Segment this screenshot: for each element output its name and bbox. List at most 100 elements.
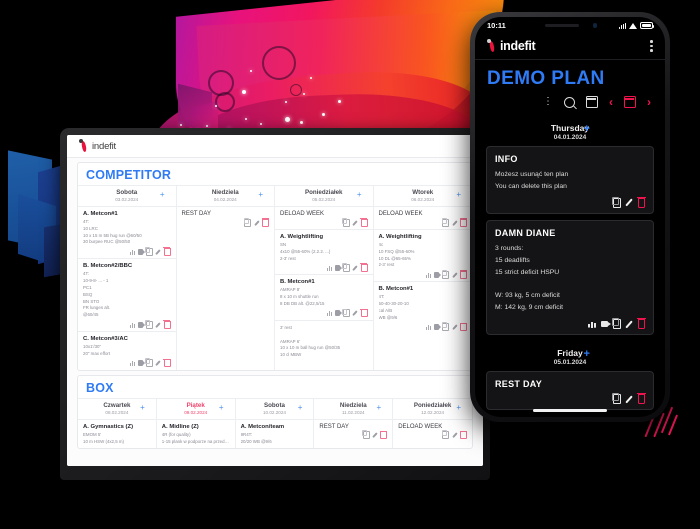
more-options-icon[interactable]: ⋮ — [543, 97, 553, 107]
delete-icon[interactable] — [379, 430, 388, 440]
video-icon[interactable] — [601, 321, 612, 328]
copy-icon[interactable] — [611, 196, 622, 208]
edit-icon[interactable] — [625, 198, 634, 207]
workout-card[interactable]: C. Metcon#3/AC 10x1'/30" 20" max effort — [78, 331, 176, 370]
add-workout-button[interactable]: + — [583, 349, 589, 360]
delete-icon[interactable] — [636, 393, 646, 404]
copy-icon[interactable] — [342, 308, 350, 318]
copy-icon[interactable] — [441, 270, 450, 279]
copy-icon[interactable] — [441, 217, 450, 227]
video-icon[interactable] — [334, 264, 342, 271]
copy-icon[interactable] — [145, 319, 153, 329]
delete-icon[interactable] — [163, 247, 171, 256]
edit-icon[interactable] — [155, 321, 161, 328]
edit-icon[interactable] — [155, 360, 161, 367]
copy-icon[interactable] — [611, 318, 622, 329]
workout-card[interactable]: A. Gymnastics (Z) EMOM 5' 10 m HSW (4x2,5 … — [78, 418, 156, 449]
video-icon[interactable] — [137, 248, 145, 255]
copy-icon[interactable] — [342, 217, 350, 227]
add-workout-button[interactable]: + — [140, 403, 145, 412]
chart-icon[interactable] — [426, 271, 432, 278]
workout-card[interactable]: A. Weightlifting SN 4x10 @55-60% (2.2.2. .… — [275, 229, 373, 274]
copy-icon[interactable] — [441, 430, 450, 440]
search-icon[interactable] — [564, 96, 575, 108]
chart-icon[interactable] — [129, 321, 135, 328]
kebab-menu-icon[interactable] — [650, 40, 653, 52]
edit-icon[interactable] — [452, 219, 458, 226]
workout-card[interactable]: 3' rest AMRAP 6' 10 x 10 m ball hug run @… — [275, 319, 373, 362]
copy-icon[interactable] — [441, 322, 450, 332]
edit-icon[interactable] — [372, 432, 378, 439]
chart-icon[interactable] — [426, 324, 432, 331]
add-workout-button[interactable]: + — [456, 191, 461, 199]
edit-icon[interactable] — [352, 310, 358, 317]
workout-card[interactable]: INFO Możesz usunąć ten plan You can delete… — [486, 146, 654, 214]
delete-icon[interactable] — [360, 263, 368, 272]
copy-icon[interactable] — [243, 217, 252, 227]
delete-icon[interactable] — [163, 320, 171, 329]
workout-card[interactable]: REST DAY — [176, 206, 274, 229]
chart-icon[interactable] — [588, 320, 597, 328]
edit-icon[interactable] — [352, 219, 358, 226]
delete-icon[interactable] — [261, 217, 269, 227]
chart-icon[interactable] — [129, 360, 135, 367]
delete-icon[interactable] — [459, 430, 467, 440]
chart-icon[interactable] — [129, 248, 135, 255]
add-workout-button[interactable]: + — [298, 403, 303, 412]
edit-icon[interactable] — [452, 272, 458, 278]
copy-icon[interactable] — [611, 393, 622, 404]
delete-icon[interactable] — [459, 217, 467, 227]
workout-card[interactable]: A. Metcon/team 9R4T: 20/20 WB @9/6 — [235, 418, 314, 449]
next-week-icon[interactable]: › — [647, 96, 651, 108]
add-workout-button[interactable]: + — [377, 403, 382, 412]
delete-icon[interactable] — [163, 358, 171, 368]
add-workout-button[interactable]: + — [160, 191, 165, 199]
delete-icon[interactable] — [360, 217, 368, 227]
copy-icon[interactable] — [342, 263, 350, 272]
calendar-icon[interactable] — [585, 96, 598, 108]
app-logo[interactable]: indefit — [79, 139, 116, 153]
workout-card[interactable]: DELOAD WEEK — [275, 206, 373, 229]
copy-icon[interactable] — [361, 430, 370, 440]
workout-card[interactable]: DAMN DIANE 3 rounds: 15 deadlifts 15 strict… — [486, 219, 654, 336]
calendar-today-icon[interactable] — [623, 96, 636, 108]
edit-icon[interactable] — [452, 432, 458, 439]
edit-icon[interactable] — [625, 395, 634, 404]
workout-card[interactable]: B. Metcon#1 4T: 50-40-30-20-10 cal A/B WB @9… — [373, 281, 472, 333]
prev-week-icon[interactable]: ‹ — [609, 96, 613, 108]
phone-app-logo[interactable]: indefit — [487, 39, 536, 53]
video-icon[interactable] — [137, 321, 145, 328]
edit-icon[interactable] — [625, 320, 634, 329]
workout-card[interactable]: DELOAD WEEK — [393, 418, 472, 442]
workout-card[interactable]: REST DAY — [314, 418, 393, 442]
phone-plan-list[interactable]: Thursday 04.01.2024 + INFO Możesz usunąć ten… — [475, 116, 665, 417]
delete-icon[interactable] — [636, 196, 646, 208]
video-icon[interactable] — [334, 310, 342, 317]
edit-icon[interactable] — [254, 219, 260, 226]
workout-card[interactable]: DELOAD WEEK — [373, 206, 472, 229]
add-workout-button[interactable]: + — [219, 403, 224, 412]
edit-icon[interactable] — [452, 324, 458, 330]
workout-card[interactable]: A. Midline (Z) 4R (for quality) 1-15 plank… — [156, 418, 235, 449]
chart-icon[interactable] — [326, 310, 332, 317]
add-workout-button[interactable]: + — [357, 191, 362, 199]
copy-icon[interactable] — [145, 358, 153, 368]
copy-icon[interactable] — [145, 247, 153, 256]
video-icon[interactable] — [137, 360, 145, 367]
video-icon[interactable] — [434, 271, 442, 278]
delete-icon[interactable] — [360, 308, 368, 318]
workout-card[interactable]: B. Metcon#2/BBC 4T: 10-9-8- ... - 1 PC1 BSQ B… — [78, 258, 176, 331]
delete-icon[interactable] — [636, 318, 646, 329]
chart-icon[interactable] — [326, 264, 332, 271]
add-workout-button[interactable]: + — [583, 124, 589, 135]
video-icon[interactable] — [434, 324, 442, 331]
edit-icon[interactable] — [352, 265, 358, 271]
workout-card[interactable]: B. Metcon#1 AMRAP 8' 8 x 10 m shuttle run 8… — [275, 274, 373, 319]
add-workout-button[interactable]: + — [456, 403, 461, 412]
edit-icon[interactable] — [155, 249, 161, 255]
delete-icon[interactable] — [459, 270, 467, 279]
workout-card[interactable]: REST DAY — [486, 371, 654, 411]
workout-card[interactable]: A. Metcon#1 4T: 10 LRC 10 x 15 m 5B hug run… — [78, 206, 176, 258]
delete-icon[interactable] — [459, 322, 467, 332]
add-workout-button[interactable]: + — [258, 191, 263, 199]
